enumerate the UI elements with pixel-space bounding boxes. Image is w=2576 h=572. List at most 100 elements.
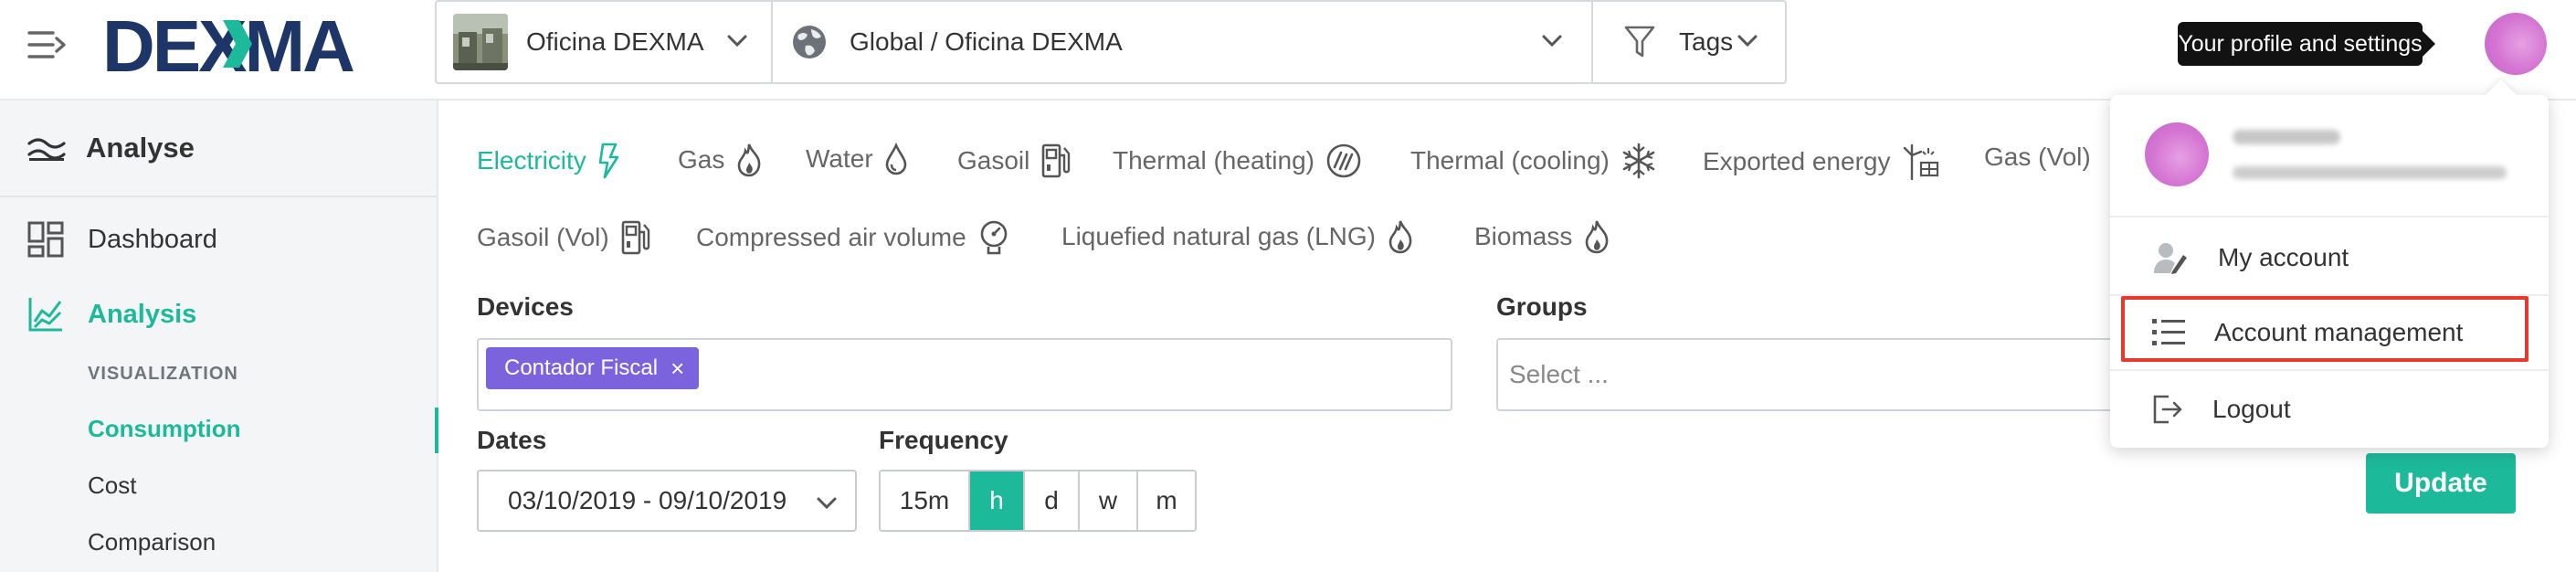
groups-select[interactable]: Select ... [1496,338,2136,411]
lightning-icon [598,143,619,179]
menu-divider [2110,369,2549,371]
flame-icon [1586,220,1609,254]
filter-icon [1624,26,1655,58]
tab-label: Gasoil [957,146,1030,175]
chevron-down-icon [817,497,837,510]
context-selector-bar: Oficina DEXMA Global / Oficina DEXMA Tag… [435,0,1787,84]
redacted-user-email [2233,166,2507,179]
tab-label: Exported energy [1703,147,1891,175]
analyse-icon [27,138,66,161]
tab-electricity[interactable]: Electricity [477,143,621,179]
dates-label: Dates [477,426,547,454]
drop-icon [885,143,906,175]
date-range-picker[interactable]: 03/10/2019 - 09/10/2019 [477,470,857,532]
tab-gas[interactable]: Gas [678,143,763,177]
frequency-w-button[interactable]: w [1078,471,1136,530]
profile-tooltip: Your profile and settings [2178,22,2435,66]
redacted-user-name [2233,130,2340,144]
menu-item-my-account[interactable]: My account [2110,221,2549,294]
sidebar-item-label: Dashboard [88,224,217,254]
location-selector-label: Global / Oficina DEXMA [850,27,1123,56]
tab-biomass[interactable]: Biomass [1474,219,1610,254]
sidebar-subitem-consumption[interactable]: Consumption [88,415,241,443]
gauge-icon [980,220,1007,255]
sidebar-header-label: Analyse [86,132,195,164]
frequency-15m-button[interactable]: 15m [881,471,968,530]
tab-thermal-cooling[interactable]: Thermal (cooling) [1410,143,1657,179]
logout-icon [2153,395,2182,424]
sidebar-item-analysis[interactable]: Analysis [27,296,196,333]
tab-label: Gas (Vol) [1984,143,2091,171]
line-chart-icon [28,298,62,332]
frequency-label: Frequency [879,426,1008,454]
sidebar-item-dashboard[interactable]: Dashboard [27,221,217,258]
tags-selector[interactable]: Tags [1591,2,1785,82]
chevron-down-icon [1542,35,1562,48]
frequency-h-button[interactable]: h [968,471,1023,530]
avatar [2145,122,2209,186]
tab-label: Gasoil (Vol) [477,223,609,251]
frequency-d-button[interactable]: d [1023,471,1078,530]
tab-water[interactable]: Water [806,143,908,175]
tags-selector-label: Tags [1679,27,1734,56]
menu-item-label: Account management [2214,318,2464,346]
dexma-logo[interactable]: DEXMA [102,7,385,82]
heating-icon [1326,143,1361,178]
tab-exported-energy[interactable]: Exported energy [1703,143,1941,181]
active-item-marker [435,408,438,453]
fuel-pump-icon [1042,143,1071,178]
menu-toggle-icon[interactable] [27,29,68,60]
tab-label: Electricity [477,146,586,175]
frequency-m-button[interactable]: m [1136,471,1195,530]
building-selector-label: Oficina DEXMA [526,27,704,56]
groups-placeholder: Select ... [1509,360,1609,388]
tab-lng[interactable]: Liquefied natural gas (LNG) [1061,219,1414,254]
sidebar-item-label: Analysis [88,299,197,329]
chip-remove-icon[interactable]: × [670,356,684,380]
globe-icon [793,26,826,58]
chevron-down-icon [727,35,747,48]
frequency-selector: 15m h d w m [879,470,1197,532]
update-button[interactable]: Update [2366,453,2516,514]
snowflake-icon [1622,143,1655,179]
tab-gasoil[interactable]: Gasoil [957,143,1072,179]
user-edit-icon [2154,243,2187,274]
top-bar: DEXMA Oficina DEXMA Global / Oficina DEX… [0,0,2576,101]
devices-input[interactable]: Contador Fiscal × [477,338,1452,411]
svg-text:DEXMA: DEXMA [102,7,354,82]
device-chip-label: Contador Fiscal [504,355,659,380]
profile-summary [2110,95,2549,217]
groups-label: Groups [1496,292,1588,321]
fuel-pump-icon [621,220,649,255]
sidebar: Analyse Dashboard Analysis VISUALIZATION… [0,101,438,572]
avatar[interactable] [2485,13,2547,75]
menu-item-label: Logout [2212,395,2291,423]
tab-label: Liquefied natural gas (LNG) [1061,222,1376,250]
tab-thermal-heating[interactable]: Thermal (heating) [1113,143,1362,179]
device-chip: Contador Fiscal × [486,347,700,389]
menu-item-label: My account [2218,243,2349,271]
flame-icon [1388,220,1412,254]
building-selector[interactable]: Oficina DEXMA [437,2,771,82]
tab-label: Compressed air volume [696,223,966,251]
menu-item-account-management[interactable]: Account management [2110,296,2549,369]
building-thumbnail [453,14,508,70]
tab-compressed-air-volume[interactable]: Compressed air volume [696,219,1010,256]
chevron-down-icon [1737,35,1758,48]
menu-item-logout[interactable]: Logout [2110,373,2549,446]
list-icon [2152,319,2185,345]
tab-label: Thermal (cooling) [1410,146,1610,175]
flame-icon [738,143,761,177]
tab-gas-vol[interactable]: Gas (Vol) [1984,143,2091,172]
tab-label: Biomass [1474,222,1573,250]
profile-dropdown: My account Account management Logout [2110,95,2549,448]
tab-label: Water [806,144,873,173]
tab-label: Gas [678,145,725,174]
sidebar-subitem-cost[interactable]: Cost [88,471,136,500]
sidebar-subitem-comparison[interactable]: Comparison [88,528,216,556]
devices-label: Devices [477,292,574,321]
location-selector[interactable]: Global / Oficina DEXMA [771,2,1591,82]
wind-solar-icon [1904,143,1939,181]
tab-gasoil-vol[interactable]: Gasoil (Vol) [477,219,651,256]
sidebar-header[interactable]: Analyse [0,101,437,197]
